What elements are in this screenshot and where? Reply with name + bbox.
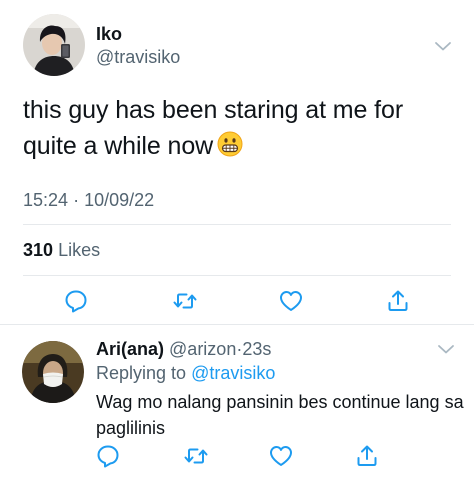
mention-link[interactable]: @travisiko: [191, 363, 275, 383]
share-icon[interactable]: [354, 443, 380, 469]
replying-label: Replying to: [96, 363, 187, 383]
retweet-icon[interactable]: [183, 443, 209, 469]
reply-icon[interactable]: [95, 443, 121, 469]
divider: [23, 275, 451, 276]
reply-header: Ari(ana) @arizon·23s: [96, 339, 271, 360]
likes-label: Likes: [58, 240, 101, 260]
divider: [23, 224, 451, 225]
chevron-down-icon[interactable]: [434, 39, 452, 51]
chevron-down-icon[interactable]: [437, 342, 455, 354]
tweet-body: this guy has been staring at me for quit…: [23, 96, 404, 160]
likes-number: 310: [23, 240, 54, 260]
grimacing-face-icon: [217, 131, 243, 157]
share-icon[interactable]: [385, 288, 411, 314]
reply-time[interactable]: 23s: [242, 339, 271, 359]
tweet-text: this guy has been staring at me for quit…: [23, 92, 443, 164]
tweet-date: 10/09/22: [84, 190, 155, 210]
timestamp[interactable]: 15:24 · 10/09/22: [23, 190, 154, 211]
likes-count[interactable]: 310 Likes: [23, 240, 100, 261]
reply-display-name[interactable]: Ari(ana): [96, 339, 164, 359]
display-name[interactable]: Iko: [96, 24, 122, 45]
reply-tweet[interactable]: Ari(ana) @arizon·23s Replying to @travis…: [0, 325, 474, 477]
reply-handle[interactable]: @arizon: [169, 339, 236, 359]
like-icon[interactable]: [278, 288, 304, 314]
reply-text: Wag mo nalang pansinin bes continue lang…: [96, 392, 464, 438]
user-handle[interactable]: @travisiko: [96, 47, 180, 68]
replying-to: Replying to @travisiko: [96, 363, 275, 384]
reply-avatar[interactable]: [22, 341, 84, 403]
reply-icon[interactable]: [63, 288, 89, 314]
tweet-time: 15:24: [23, 190, 69, 210]
retweet-icon[interactable]: [172, 288, 198, 314]
avatar[interactable]: [23, 14, 85, 76]
like-icon[interactable]: [268, 443, 294, 469]
meta-separator: ·: [73, 190, 80, 210]
main-tweet: Iko @travisiko this guy has been staring…: [0, 0, 474, 324]
